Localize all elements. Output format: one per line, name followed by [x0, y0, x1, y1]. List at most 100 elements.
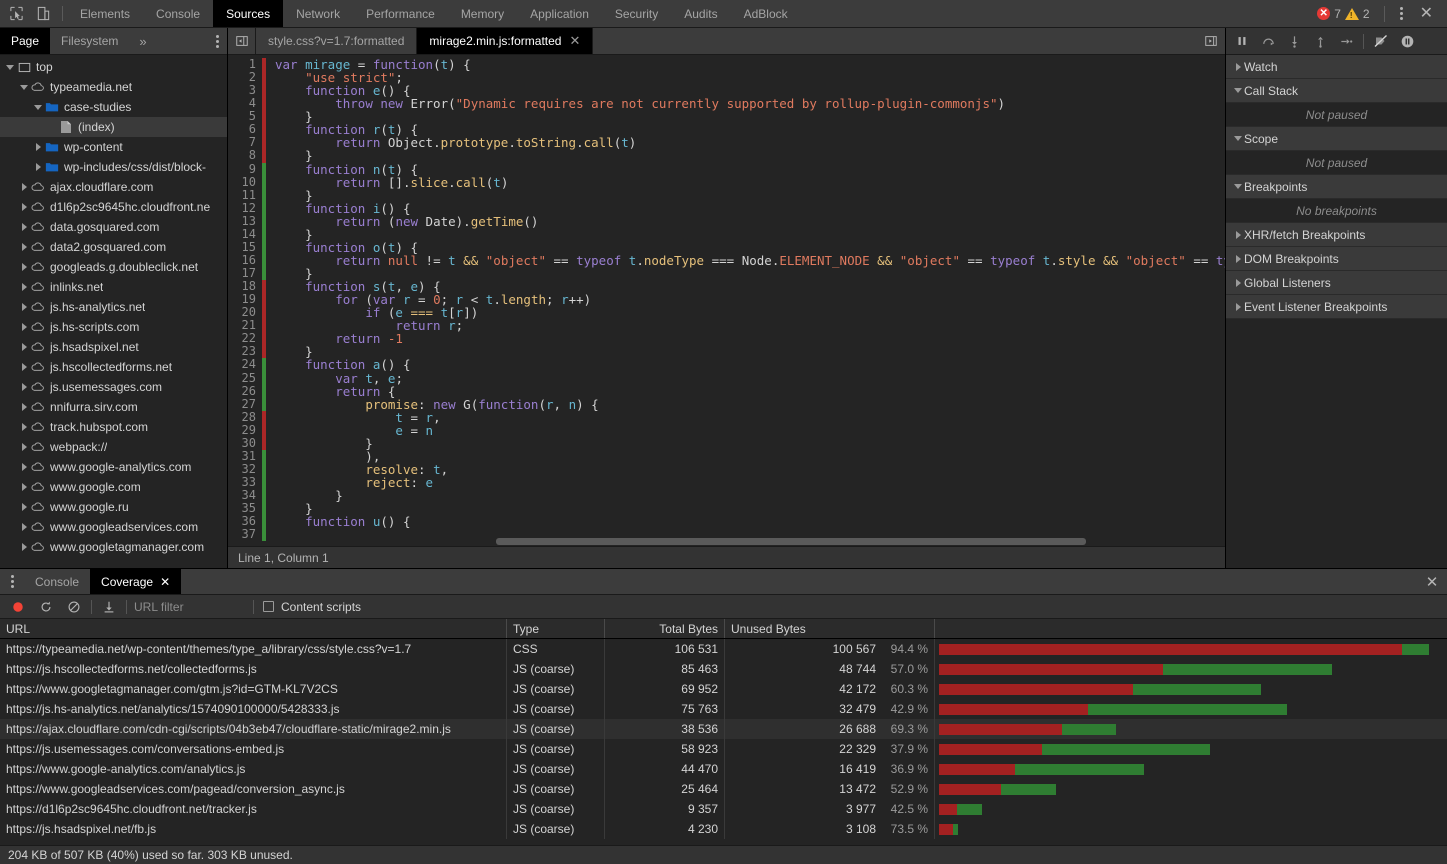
drawer-tab-console[interactable]: Console — [24, 569, 90, 594]
tree-node[interactable]: www.googletagmanager.com — [0, 537, 227, 557]
line-number[interactable]: 8 — [228, 149, 262, 162]
chevron-down-icon[interactable] — [32, 104, 44, 110]
tree-node[interactable]: track.hubspot.com — [0, 417, 227, 437]
chevron-right-icon[interactable] — [18, 203, 30, 211]
chevron-down-icon[interactable] — [18, 84, 30, 90]
chevron-right-icon[interactable] — [18, 403, 30, 411]
navigator-tab-page[interactable]: Page — [0, 28, 51, 54]
tree-node[interactable]: js.hsadspixel.net — [0, 337, 227, 357]
tree-node[interactable]: wp-content — [0, 137, 227, 157]
line-number[interactable]: 14 — [228, 227, 262, 241]
editor-tab-mirage2-js[interactable]: mirage2.min.js:formatted ✕ — [417, 28, 594, 54]
code-editor[interactable]: 1 var mirage = function(t) {2 "use strict… — [228, 55, 1225, 546]
tree-node[interactable]: case-studies — [0, 97, 227, 117]
line-number[interactable]: 13 — [228, 214, 262, 228]
line-number[interactable]: 28 — [228, 410, 262, 424]
coverage-row[interactable]: https://js.hsadspixel.net/fb.js JS (coars… — [0, 819, 1447, 839]
chevron-right-icon[interactable] — [1232, 62, 1244, 71]
chevron-right-icon[interactable] — [18, 223, 30, 231]
line-number[interactable]: 1 — [228, 57, 262, 71]
step-into-icon[interactable] — [1281, 29, 1307, 53]
code-line[interactable]: 16 return null != t && "object" == typeo… — [228, 253, 1225, 267]
chevron-right-icon[interactable] — [18, 383, 30, 391]
debugger-section-scope[interactable]: Scope — [1226, 127, 1447, 151]
line-number[interactable]: 4 — [228, 97, 262, 110]
clear-button[interactable] — [60, 596, 88, 618]
coverage-row[interactable]: https://www.google-analytics.com/analyti… — [0, 759, 1447, 779]
line-number[interactable]: 12 — [228, 201, 262, 215]
chevron-down-icon[interactable] — [4, 64, 16, 70]
line-number[interactable]: 9 — [228, 162, 262, 176]
close-devtools-button[interactable]: ✕ — [1412, 5, 1441, 22]
line-number[interactable]: 30 — [228, 436, 262, 450]
scrollbar-thumb[interactable] — [496, 538, 1086, 545]
device-toolbar-icon[interactable] — [35, 5, 52, 22]
line-number[interactable]: 11 — [228, 188, 262, 202]
tree-node[interactable]: inlinks.net — [0, 277, 227, 297]
debugger-section-dom-breakpoints[interactable]: DOM Breakpoints — [1226, 247, 1447, 271]
code-line[interactable]: 36 function u() { — [228, 515, 1225, 529]
code-line[interactable]: 33 reject: e — [228, 475, 1225, 490]
coverage-row[interactable]: https://js.hscollectedforms.net/collecte… — [0, 659, 1447, 679]
tree-node[interactable]: www.googleadservices.com — [0, 517, 227, 537]
tree-node[interactable]: js.hs-analytics.net — [0, 297, 227, 317]
checkbox-box[interactable] — [263, 601, 274, 612]
tree-node[interactable]: www.google.com — [0, 477, 227, 497]
tab-performance[interactable]: Performance — [353, 0, 448, 27]
coverage-row[interactable]: https://js.usemessages.com/conversations… — [0, 739, 1447, 759]
chevron-right-icon[interactable] — [18, 263, 30, 271]
close-icon[interactable]: ✕ — [569, 33, 580, 49]
navigator-more-tabs-button[interactable]: » — [129, 28, 156, 54]
tree-node[interactable]: typeamedia.net — [0, 77, 227, 97]
chevron-right-icon[interactable] — [18, 503, 30, 511]
chevron-right-icon[interactable] — [18, 423, 30, 431]
tree-node[interactable]: js.usemessages.com — [0, 377, 227, 397]
debugger-section-breakpoints[interactable]: Breakpoints — [1226, 175, 1447, 199]
chevron-right-icon[interactable] — [1232, 254, 1244, 263]
line-number[interactable]: 29 — [228, 423, 262, 437]
chevron-down-icon[interactable] — [1232, 184, 1244, 189]
deactivate-breakpoints-icon[interactable] — [1368, 29, 1394, 53]
line-number[interactable]: 24 — [228, 358, 262, 371]
show-debugger-icon[interactable] — [1197, 28, 1225, 54]
chevron-right-icon[interactable] — [18, 523, 30, 531]
chevron-right-icon[interactable] — [1232, 230, 1244, 239]
debugger-section-event-listener-breakpoints[interactable]: Event Listener Breakpoints — [1226, 295, 1447, 319]
step-icon[interactable] — [1333, 29, 1359, 53]
tree-node[interactable]: js.hs-scripts.com — [0, 317, 227, 337]
chevron-right-icon[interactable] — [18, 243, 30, 251]
chevron-right-icon[interactable] — [18, 323, 30, 331]
column-header-url[interactable]: URL — [0, 619, 507, 638]
tree-node[interactable]: nnifurra.sirv.com — [0, 397, 227, 417]
column-header-type[interactable]: Type — [507, 619, 605, 638]
tree-node[interactable]: (index) — [0, 117, 227, 137]
drawer-options-button[interactable] — [0, 569, 24, 594]
chevron-right-icon[interactable] — [18, 443, 30, 451]
close-icon[interactable]: ✕ — [160, 575, 170, 589]
line-number[interactable]: 3 — [228, 84, 262, 97]
tree-node[interactable]: ajax.cloudflare.com — [0, 177, 227, 197]
line-number[interactable]: 25 — [228, 371, 262, 385]
reload-page-button[interactable] — [32, 596, 60, 618]
code-line[interactable]: 34 } — [228, 488, 1225, 503]
close-drawer-button[interactable]: ✕ — [1417, 569, 1447, 594]
tab-elements[interactable]: Elements — [67, 0, 143, 27]
line-number[interactable]: 5 — [228, 110, 262, 123]
drawer-tab-coverage[interactable]: Coverage ✕ — [90, 569, 182, 594]
line-number[interactable]: 7 — [228, 136, 262, 149]
devtools-settings-menu-button[interactable] — [1393, 7, 1410, 20]
url-filter-input[interactable] — [130, 597, 250, 616]
line-number[interactable]: 10 — [228, 175, 262, 189]
tree-node[interactable]: data.gosquared.com — [0, 217, 227, 237]
coverage-row[interactable]: https://www.googleadservices.com/pagead/… — [0, 779, 1447, 799]
tree-node[interactable]: data2.gosquared.com — [0, 237, 227, 257]
debugger-section-global-listeners[interactable]: Global Listeners — [1226, 271, 1447, 295]
code-line[interactable]: 10 return [].slice.call(t) — [228, 175, 1225, 189]
chevron-right-icon[interactable] — [18, 463, 30, 471]
inspect-element-icon[interactable] — [8, 5, 25, 22]
column-header-unused-bytes[interactable]: Unused Bytes — [725, 619, 935, 638]
debugger-section-xhr-fetch-breakpoints[interactable]: XHR/fetch Breakpoints — [1226, 223, 1447, 247]
chevron-right-icon[interactable] — [18, 483, 30, 491]
tree-node[interactable]: wp-includes/css/dist/block- — [0, 157, 227, 177]
chevron-right-icon[interactable] — [32, 143, 44, 151]
